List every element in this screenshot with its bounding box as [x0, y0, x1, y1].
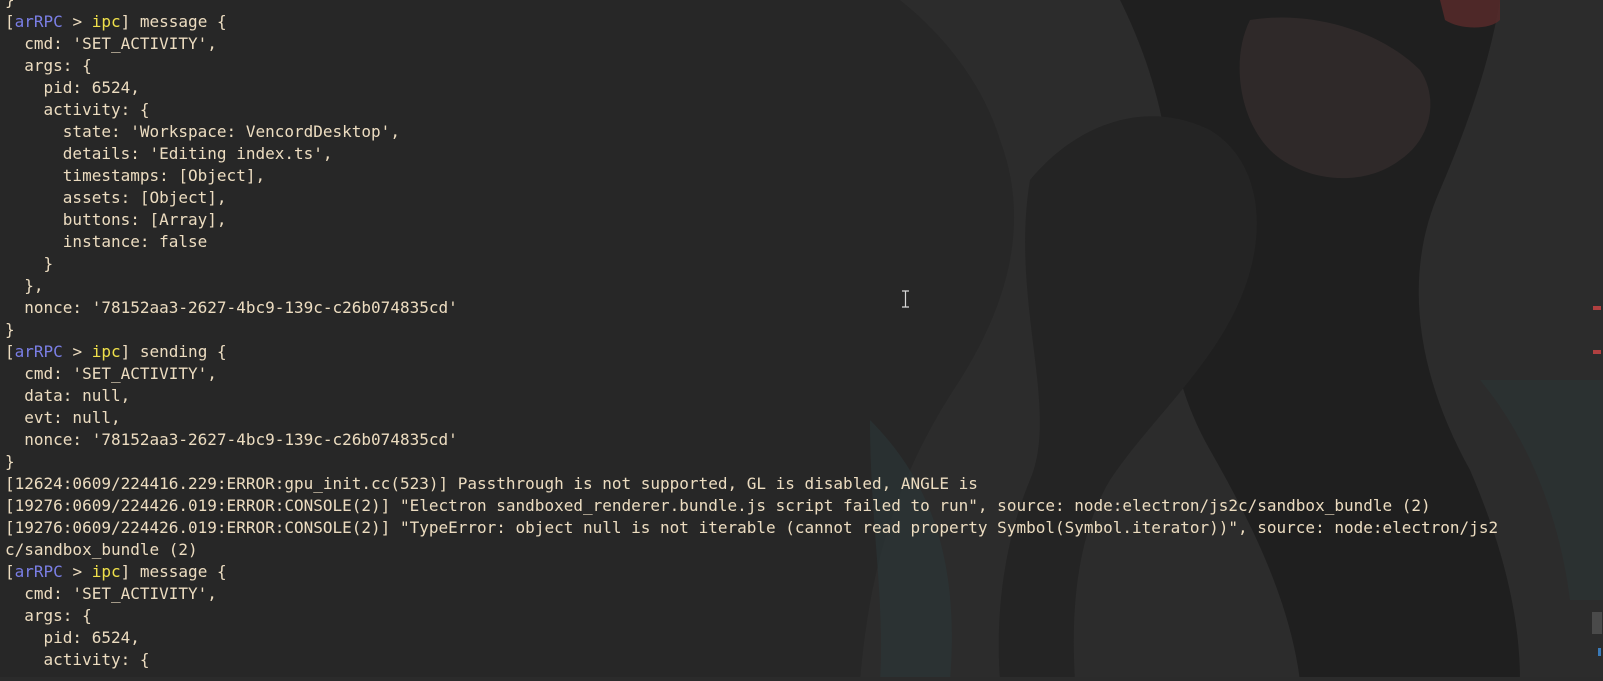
bracket-open: [: [5, 562, 15, 581]
scroll-marker-info: [1598, 648, 1601, 656]
terminal-output[interactable]: }[arRPC > ipc] message { cmd: 'SET_ACTIV…: [5, 0, 1498, 671]
terminal-line: args: {: [5, 606, 92, 625]
terminal-line: },: [5, 276, 44, 295]
terminal-window[interactable]: }[arRPC > ipc] message { cmd: 'SET_ACTIV…: [0, 0, 1603, 681]
separator: >: [62, 562, 92, 581]
terminal-line: c/sandbox_bundle (2): [5, 540, 198, 559]
scroll-marker-error: [1593, 350, 1601, 354]
terminal-line: args: {: [5, 56, 92, 75]
terminal-line: assets: [Object],: [5, 188, 227, 207]
scroll-marker-error: [1593, 306, 1601, 310]
terminal-line: state: 'Workspace: VencordDesktop',: [5, 122, 400, 141]
terminal-line: nonce: '78152aa3-2627-4bc9-139c-c26b0748…: [5, 430, 458, 449]
scrollbar[interactable]: [1591, 0, 1603, 681]
log-message: ] sending {: [120, 342, 227, 361]
terminal-line: cmd: 'SET_ACTIVITY',: [5, 364, 217, 383]
ipc-tag: ipc: [91, 12, 121, 31]
terminal-line: activity: {: [5, 100, 150, 119]
scrollbar-thumb[interactable]: [1592, 612, 1602, 634]
terminal-line: }: [5, 452, 15, 471]
ipc-tag: ipc: [91, 562, 121, 581]
log-message: ] message {: [120, 12, 227, 31]
terminal-line: data: null,: [5, 386, 131, 405]
arrpc-tag: arRPC: [14, 12, 63, 31]
terminal-line: }: [5, 254, 54, 273]
terminal-line: details: 'Editing index.ts',: [5, 144, 333, 163]
terminal-line: [12624:0609/224416.229:ERROR:gpu_init.cc…: [5, 474, 978, 493]
terminal-line: [arRPC > ipc] message {: [5, 11, 1498, 33]
separator: >: [62, 342, 92, 361]
terminal-line: [19276:0609/224426.019:ERROR:CONSOLE(2)]…: [5, 496, 1431, 515]
terminal-line: [19276:0609/224426.019:ERROR:CONSOLE(2)]…: [5, 518, 1499, 537]
terminal-line: }: [5, 0, 1498, 11]
terminal-line: cmd: 'SET_ACTIVITY',: [5, 34, 217, 53]
arrpc-tag: arRPC: [14, 342, 63, 361]
terminal-line: pid: 6524,: [5, 628, 140, 647]
terminal-line: evt: null,: [5, 408, 121, 427]
terminal-line: buttons: [Array],: [5, 210, 227, 229]
terminal-line: cmd: 'SET_ACTIVITY',: [5, 584, 217, 603]
bracket-open: [: [5, 12, 15, 31]
terminal-line: timestamps: [Object],: [5, 166, 266, 185]
terminal-line: }: [5, 320, 15, 339]
log-message: ] message {: [120, 562, 227, 581]
terminal-line: [arRPC > ipc] message {: [5, 561, 1498, 583]
terminal-line: pid: 6524,: [5, 78, 140, 97]
ipc-tag: ipc: [91, 342, 121, 361]
terminal-line: [arRPC > ipc] sending {: [5, 341, 1498, 363]
separator: >: [62, 12, 92, 31]
bottom-edge: [0, 677, 1603, 681]
arrpc-tag: arRPC: [14, 562, 63, 581]
terminal-line: instance: false: [5, 232, 208, 251]
terminal-line: nonce: '78152aa3-2627-4bc9-139c-c26b0748…: [5, 298, 458, 317]
terminal-line: activity: {: [5, 650, 150, 669]
bracket-open: [: [5, 342, 15, 361]
